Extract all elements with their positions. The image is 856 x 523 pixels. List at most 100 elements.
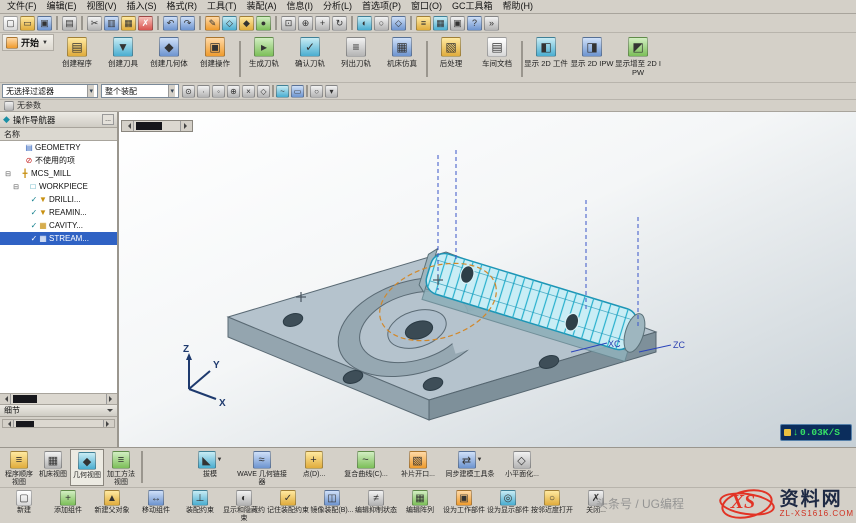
menu-item[interactable]: 分析(L) bbox=[318, 0, 357, 13]
toolbar-separator[interactable] bbox=[56, 16, 58, 30]
scrollbar-thumb[interactable] bbox=[16, 421, 34, 427]
new-parent-button[interactable]: ▲ 新建父对象 bbox=[90, 489, 134, 522]
fit-view-icon[interactable]: ⊡ bbox=[281, 16, 296, 31]
postprocess-button[interactable]: ▧ 后处理 bbox=[428, 34, 474, 81]
mirror-assembly-button[interactable]: ◫ 镜像装配(B)... bbox=[310, 489, 354, 522]
save-icon[interactable]: ▣ bbox=[37, 16, 52, 31]
list-toolpath-button[interactable]: ≡ 列出刀轨 bbox=[333, 34, 379, 81]
collapse-chevron-icon[interactable] bbox=[107, 409, 113, 415]
menu-item[interactable]: 窗口(O) bbox=[406, 0, 447, 13]
create-operation-button[interactable]: ▣ 创建操作 bbox=[192, 34, 238, 81]
quadrant-snap-icon[interactable]: ◇ bbox=[257, 85, 270, 98]
node-mcs-mill[interactable]: ⊟ ╋ MCS_MILL bbox=[0, 167, 117, 180]
point-button[interactable]: + 点(D)... bbox=[288, 449, 340, 486]
new-file-icon[interactable]: ▢ bbox=[3, 16, 18, 31]
menu-item[interactable]: 首选项(P) bbox=[357, 0, 406, 13]
selection-filter-combo[interactable]: 无选择过滤器 ▾ bbox=[2, 84, 98, 98]
window-icon[interactable]: ▣ bbox=[450, 16, 465, 31]
expander-icon[interactable]: ⊟ bbox=[4, 170, 12, 178]
help-icon[interactable]: ? bbox=[467, 16, 482, 31]
wireframe-view-icon[interactable]: ○ bbox=[374, 16, 389, 31]
menu-item[interactable]: 信息(I) bbox=[282, 0, 319, 13]
menu-item[interactable]: 帮助(H) bbox=[498, 0, 539, 13]
scroll-right-button[interactable] bbox=[106, 394, 117, 404]
create-geometry-button[interactable]: ◆ 创建几何体 bbox=[146, 34, 192, 81]
edit-suppression-button[interactable]: ≠ 编辑抑制状态 bbox=[354, 489, 398, 522]
scroll-left-button[interactable] bbox=[3, 420, 14, 427]
snap-point-icon[interactable]: ⊙ bbox=[182, 85, 195, 98]
edit-array-button[interactable]: ▦ 编辑阵列 bbox=[398, 489, 442, 522]
view-orient-icon[interactable]: ◇ bbox=[391, 16, 406, 31]
point-on-curve-icon[interactable]: ~ bbox=[276, 85, 289, 98]
chevron-down-icon[interactable]: ▾ bbox=[87, 85, 94, 97]
generate-toolpath-button[interactable]: ▸ 生成刀轨 bbox=[241, 34, 287, 81]
hole-icon[interactable]: ● bbox=[256, 16, 271, 31]
remember-constraints-button[interactable]: ✓ 记住装配约束 bbox=[266, 489, 310, 522]
menu-item[interactable]: GC工具箱 bbox=[447, 0, 498, 13]
show-hide-constraints-button[interactable]: ◐ 显示和隐藏约束 bbox=[222, 489, 266, 522]
menu-item[interactable]: 插入(S) bbox=[122, 0, 162, 13]
rotate-view-icon[interactable]: ↻ bbox=[332, 16, 347, 31]
endpoint-snap-icon[interactable]: ∙ bbox=[197, 85, 210, 98]
scrollbar-track[interactable] bbox=[14, 420, 103, 427]
print-icon[interactable]: ▤ bbox=[62, 16, 77, 31]
toolbar-separator[interactable] bbox=[410, 16, 412, 30]
facet-body-button[interactable]: ◇ 小平面化... bbox=[496, 449, 548, 486]
scroll-right-button[interactable] bbox=[180, 121, 192, 131]
pan-icon[interactable]: + bbox=[315, 16, 330, 31]
create-program-button[interactable]: ▤ 创建程序 bbox=[54, 34, 100, 81]
node-streamline-operation[interactable]: ✓ ▦ STREAM... bbox=[0, 232, 117, 245]
composite-curve-button[interactable]: ~ 复合曲线(C)... bbox=[340, 449, 392, 486]
shop-doc-button[interactable]: ▤ 车间文档 bbox=[474, 34, 520, 81]
node-workpiece[interactable]: ⊟ □ WORKPIECE bbox=[0, 180, 117, 193]
details-section-header[interactable]: 细节 bbox=[0, 404, 117, 417]
patch-opening-button[interactable]: ▧ 补片开口... bbox=[392, 449, 444, 486]
open-file-icon[interactable]: ▭ bbox=[20, 16, 35, 31]
scrollbar-track[interactable] bbox=[134, 121, 180, 131]
node-reaming-operation[interactable]: ✓ ▼ REAMIN... bbox=[0, 206, 117, 219]
cut-icon[interactable]: ✂ bbox=[87, 16, 102, 31]
node-geometry[interactable]: ▤ GEOMETRY bbox=[0, 141, 117, 154]
wave-geometry-linker-button[interactable]: ≈ WAVE 几何链接器 bbox=[236, 449, 288, 486]
create-tool-button[interactable]: ▼ 创建刀具 bbox=[100, 34, 146, 81]
move-component-button[interactable]: ↔ 移动组件 bbox=[134, 489, 178, 522]
show-enhanced-2d-ipw-button[interactable]: ◩ 显示增至 2D IPW bbox=[615, 34, 661, 81]
synchronous-modeling-button[interactable]: ⇄ ▼ 同步建模工具条 bbox=[444, 449, 496, 486]
make-work-part-button[interactable]: ▣ 设为工作部件 bbox=[442, 489, 486, 522]
scroll-left-button[interactable] bbox=[0, 394, 11, 404]
navigator-column-header[interactable]: 名称 bbox=[0, 128, 117, 141]
center-snap-icon[interactable]: ⊕ bbox=[227, 85, 240, 98]
geometry-view-button[interactable]: ◆ 几何视图 bbox=[70, 449, 104, 486]
machining-method-view-button[interactable]: ≡ 加工方法视图 bbox=[104, 449, 138, 486]
make-displayed-part-button[interactable]: ◎ 设为显示部件 bbox=[486, 489, 530, 522]
scroll-left-button[interactable] bbox=[122, 121, 134, 131]
graphics-viewport[interactable]: XC ZC Z X Y ↓ 0.03K/S bbox=[119, 112, 856, 447]
show-2d-ipw-button[interactable]: ◨ 显示 2D IPW bbox=[569, 34, 615, 81]
redo-icon[interactable]: ↷ bbox=[180, 16, 195, 31]
datum-plane-icon[interactable]: ◇ bbox=[222, 16, 237, 31]
toolbar-separator[interactable] bbox=[275, 16, 277, 30]
toolbar-separator[interactable] bbox=[351, 16, 353, 30]
node-cavity-operation[interactable]: ✓ ▦ CAVITY... bbox=[0, 219, 117, 232]
magnify-icon[interactable]: ○ bbox=[310, 85, 323, 98]
menu-item[interactable]: 视图(V) bbox=[82, 0, 122, 13]
undo-icon[interactable]: ↶ bbox=[163, 16, 178, 31]
verify-toolpath-button[interactable]: ✓ 确认刀轨 bbox=[287, 34, 333, 81]
toolbar-separator[interactable] bbox=[81, 16, 83, 30]
zoom-icon[interactable]: ⊕ bbox=[298, 16, 313, 31]
delete-icon[interactable]: ✗ bbox=[138, 16, 153, 31]
node-unused-items[interactable]: ⊘ 不使用的项 bbox=[0, 154, 117, 167]
start-menu-button[interactable]: 开始 ▼ bbox=[2, 34, 54, 51]
chevron-down-icon[interactable]: ▾ bbox=[168, 85, 175, 97]
extrude-icon[interactable]: ◆ bbox=[239, 16, 254, 31]
add-component-button[interactable]: + 添加组件 bbox=[46, 489, 90, 522]
intersection-snap-icon[interactable]: × bbox=[242, 85, 255, 98]
selection-scope-combo[interactable]: 整个装配 ▾ bbox=[101, 84, 179, 98]
display-mode-icon[interactable]: ▦ bbox=[433, 16, 448, 31]
menu-item[interactable]: 装配(A) bbox=[242, 0, 282, 13]
toolbar-separator[interactable] bbox=[306, 85, 308, 97]
draft-button[interactable]: ◣ ▼ 拔模 bbox=[184, 449, 236, 486]
toolbar-separator[interactable] bbox=[157, 16, 159, 30]
show-2d-workpiece-button[interactable]: ◧ 显示 2D 工件 bbox=[523, 34, 569, 81]
copy-icon[interactable]: ▥ bbox=[104, 16, 119, 31]
